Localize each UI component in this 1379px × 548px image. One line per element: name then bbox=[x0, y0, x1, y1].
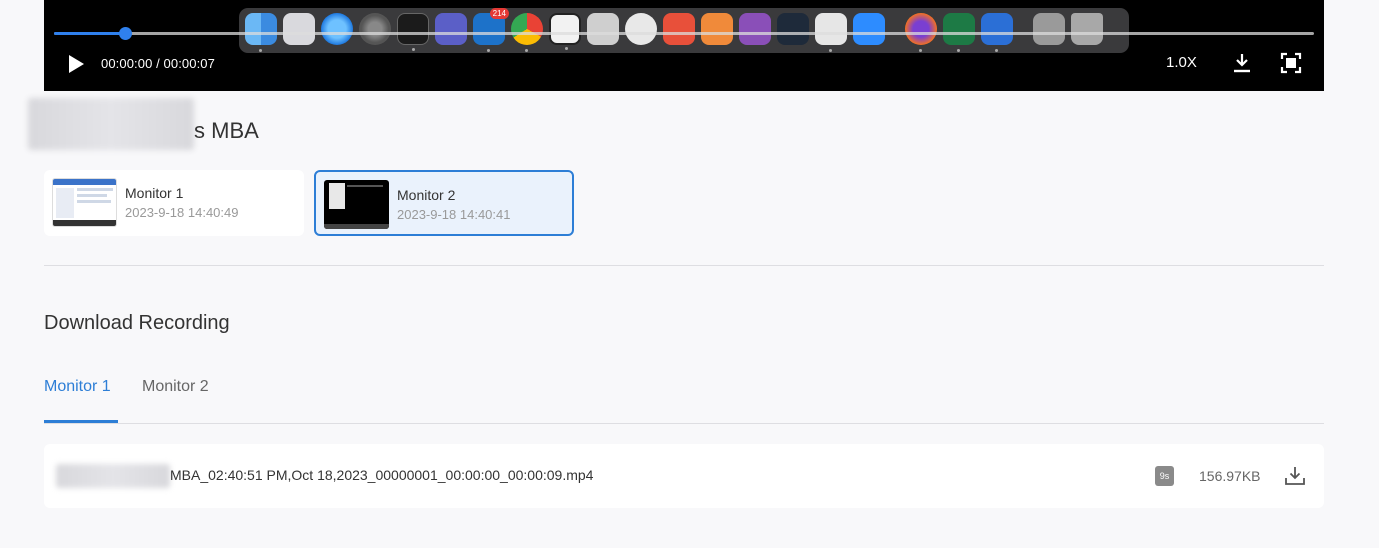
monitor-card-2[interactable]: Monitor 2 2023-9-18 14:40:41 bbox=[314, 170, 574, 236]
monitor-2-time: 2023-9-18 14:40:41 bbox=[397, 207, 511, 222]
outlook-icon: 214 bbox=[473, 8, 509, 52]
duration-badge: 9s bbox=[1155, 466, 1174, 486]
trash-icon bbox=[1071, 13, 1103, 45]
tabs-divider bbox=[44, 423, 1324, 424]
teams-icon bbox=[435, 13, 467, 45]
video-frame-dock: 214 bbox=[239, 8, 1129, 53]
launchpad-icon bbox=[283, 13, 315, 45]
firefox-icon bbox=[905, 13, 937, 52]
dock-icons: 214 bbox=[245, 8, 1103, 52]
download-icon bbox=[1234, 54, 1250, 73]
progress-fill bbox=[54, 32, 125, 35]
zoom-icon bbox=[853, 13, 885, 45]
settings-icon bbox=[359, 13, 391, 45]
excel-icon bbox=[943, 13, 975, 52]
file-name: MBA_02:40:51 PM,Oct 18,2023_00000001_00:… bbox=[170, 467, 594, 483]
app-orange-icon bbox=[701, 13, 733, 45]
tray-download-icon bbox=[1285, 467, 1305, 485]
app-purple-icon bbox=[739, 13, 771, 45]
download-section-title: Download Recording bbox=[44, 312, 230, 334]
notes-icon bbox=[587, 13, 619, 45]
finder-icon bbox=[245, 13, 277, 52]
play-button[interactable] bbox=[66, 53, 86, 75]
monitor-2-name: Monitor 2 bbox=[397, 187, 456, 203]
recording-file-row: MBA_02:40:51 PM,Oct 18,2023_00000001_00:… bbox=[44, 444, 1324, 508]
fullscreen-button[interactable] bbox=[1279, 51, 1303, 75]
notion-icon bbox=[549, 13, 581, 50]
documents-icon bbox=[1033, 13, 1065, 45]
monitor-1-name: Monitor 1 bbox=[125, 185, 184, 201]
chrome-icon bbox=[511, 13, 543, 52]
app-figure-icon bbox=[815, 13, 847, 52]
monitor-2-thumbnail bbox=[324, 180, 389, 229]
app-red-icon bbox=[663, 13, 695, 45]
tab-monitor-1[interactable]: Monitor 1 bbox=[44, 378, 111, 396]
playback-speed-button[interactable]: 1.0X bbox=[1166, 54, 1197, 71]
safari-icon bbox=[321, 13, 353, 45]
file-download-button[interactable] bbox=[1284, 465, 1306, 487]
terminal-icon bbox=[397, 13, 429, 51]
device-name-redacted bbox=[28, 98, 194, 150]
face-app-icon bbox=[625, 13, 657, 45]
section-divider bbox=[44, 265, 1324, 266]
progress-handle[interactable] bbox=[118, 27, 132, 40]
time-display: 00:00:00 / 00:00:07 bbox=[101, 56, 215, 71]
progress-bar[interactable] bbox=[54, 27, 1314, 40]
download-button[interactable] bbox=[1230, 51, 1254, 75]
file-name-prefix-redacted bbox=[56, 464, 170, 488]
device-title: s MBA bbox=[194, 118, 259, 143]
monitor-1-time: 2023-9-18 14:40:49 bbox=[125, 205, 239, 220]
app-dark-icon bbox=[777, 13, 809, 45]
play-icon bbox=[69, 55, 84, 73]
monitor-1-thumbnail bbox=[52, 178, 117, 227]
video-player[interactable]: 214 00:00:00 / 00:00:07 1.0X bbox=[44, 0, 1324, 91]
fullscreen-icon bbox=[1280, 52, 1302, 74]
file-size: 156.97KB bbox=[1199, 468, 1261, 484]
monitor-card-1[interactable]: Monitor 1 2023-9-18 14:40:49 bbox=[44, 170, 304, 236]
app-blue-icon bbox=[981, 13, 1013, 52]
tab-monitor-2[interactable]: Monitor 2 bbox=[142, 378, 209, 396]
